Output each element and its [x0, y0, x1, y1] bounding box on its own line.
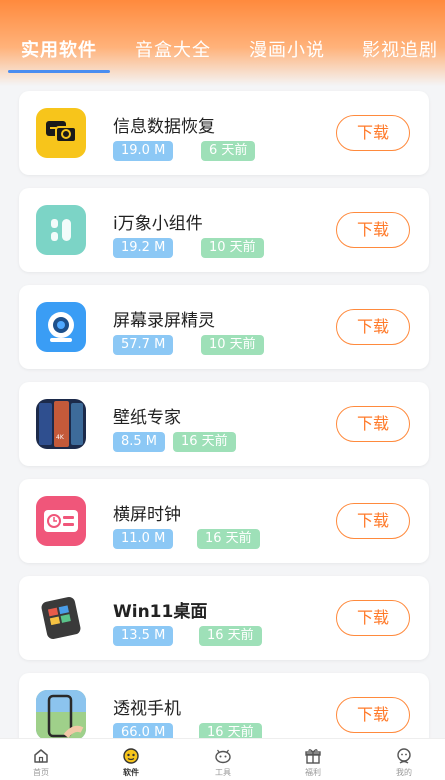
size-badge: 8.5 M [113, 432, 166, 452]
nav-welfare[interactable]: 福利 [283, 739, 343, 780]
size-badge: 19.2 M [113, 238, 174, 258]
app-card[interactable]: Win11桌面 13.5 M 16 天前 下载 [19, 576, 429, 660]
nav-software[interactable]: 软件 [101, 739, 161, 780]
download-button[interactable]: 下载 [336, 697, 410, 733]
app-card[interactable]: 横屏时钟 11.0 M 16 天前 下载 [19, 479, 429, 563]
time-badge: 16 天前 [199, 626, 262, 646]
camera-icon [36, 302, 86, 352]
app-card[interactable]: 4K 壁纸专家 8.5 M 16 天前 下载 [19, 382, 429, 466]
transparent-phone-icon [36, 690, 86, 740]
time-badge: 6 天前 [201, 141, 256, 161]
download-button[interactable]: 下载 [336, 406, 410, 442]
chat-recovery-icon [36, 108, 86, 158]
nav-label: 工具 [215, 768, 231, 777]
tab-practical-software[interactable]: 实用软件 [21, 36, 97, 62]
app-card[interactable]: 信息数据恢复 19.0 M 6 天前 下载 [19, 91, 429, 175]
software-icon [123, 748, 139, 764]
tools-icon [215, 749, 231, 764]
size-badge: 57.7 M [113, 335, 174, 355]
nav-home[interactable]: 首页 [11, 739, 71, 780]
app-name: i万象小组件 [113, 214, 203, 234]
time-badge: 16 天前 [173, 432, 236, 452]
app-card[interactable]: 屏幕录屏精灵 57.7 M 10 天前 下载 [19, 285, 429, 369]
app-card[interactable]: i万象小组件 19.2 M 10 天前 下载 [19, 188, 429, 272]
tab-movies-series[interactable]: 影视追剧 [362, 36, 438, 62]
svg-text:4K: 4K [56, 434, 65, 441]
win11-phone-icon [36, 593, 86, 643]
app-name: Win11桌面 [113, 602, 208, 622]
time-badge: 10 天前 [201, 335, 264, 355]
widget-icon [36, 205, 86, 255]
download-button[interactable]: 下载 [336, 503, 410, 539]
size-badge: 11.0 M [113, 529, 174, 549]
active-tab-indicator [8, 70, 110, 73]
app-name: 透视手机 [113, 699, 181, 719]
tab-comics-novels[interactable]: 漫画小说 [249, 36, 325, 62]
clock-icon [36, 496, 86, 546]
app-name: 屏幕录屏精灵 [113, 311, 215, 331]
nav-label: 福利 [305, 768, 321, 777]
nav-label: 首页 [33, 768, 49, 777]
nav-profile[interactable]: 我的 [374, 739, 434, 780]
profile-icon [397, 748, 411, 764]
download-button[interactable]: 下载 [336, 600, 410, 636]
nav-label: 软件 [123, 768, 139, 777]
nav-tools[interactable]: 工具 [193, 739, 253, 780]
download-button[interactable]: 下载 [336, 115, 410, 151]
size-badge: 13.5 M [113, 626, 174, 646]
app-name: 横屏时钟 [113, 505, 181, 525]
wallpaper-icon: 4K [36, 399, 86, 449]
download-button[interactable]: 下载 [336, 212, 410, 248]
category-tabs: 实用软件 音盒大全 漫画小说 影视追剧 [0, 30, 445, 74]
time-badge: 16 天前 [197, 529, 260, 549]
tab-music-box[interactable]: 音盒大全 [135, 36, 211, 62]
time-badge: 10 天前 [201, 238, 264, 258]
download-button[interactable]: 下载 [336, 309, 410, 345]
app-name: 壁纸专家 [113, 408, 181, 428]
nav-label: 我的 [396, 768, 412, 777]
app-name: 信息数据恢复 [113, 117, 215, 137]
size-badge: 19.0 M [113, 141, 174, 161]
bottom-navigation: 首页 软件 工具 福利 我的 [0, 738, 445, 780]
home-icon [34, 749, 48, 763]
gift-icon [305, 749, 321, 764]
